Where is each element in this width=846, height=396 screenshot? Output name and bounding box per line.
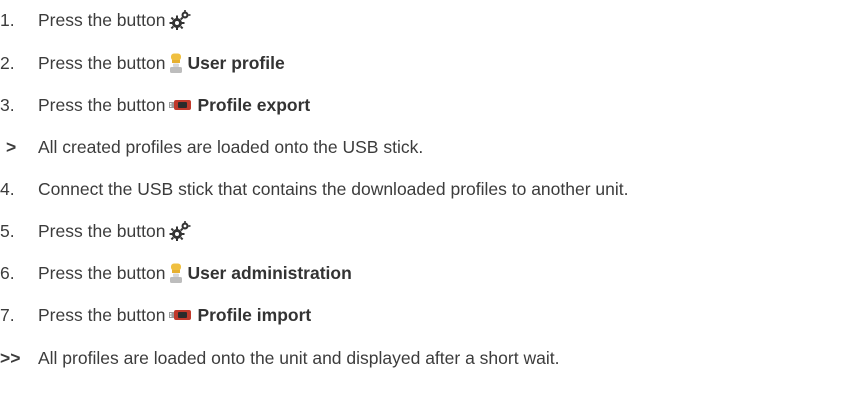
step-number: 3. [0,94,15,115]
step-text: Press the button [38,220,166,241]
gear-icon [169,10,191,30]
button-label: User administration [187,262,352,283]
step-text: Press the button [38,52,166,73]
step-number: 4. [0,178,15,199]
step-number: 6. [0,262,15,283]
chef-icon [169,263,183,283]
step-number: 7. [0,304,15,325]
step-5: 5. Press the button [0,219,191,243]
step-final-result: >> All profiles are loaded onto the unit… [0,346,559,370]
step-text: Press the button [38,94,166,115]
result-text: All created profiles are loaded onto the… [38,136,424,157]
step-text: Press the button [38,9,166,30]
gear-icon [169,221,191,241]
step-text: Connect the USB stick that contains the … [38,178,629,199]
step-number: 2. [0,52,15,73]
step-6: 6. Press the button User administration [0,261,352,285]
step-3: 3. Press the button Profile export [0,93,310,117]
final-result-marker: >> [0,347,21,368]
instruction-list: 1. Press the button 2. Press the button … [0,0,846,396]
button-label: Profile export [197,94,311,115]
final-result-text: All profiles are loaded onto the unit an… [38,347,560,368]
step-number: 1. [0,9,15,30]
step-number: 5. [0,220,15,241]
usb-stick-icon [169,307,193,323]
button-label: User profile [187,52,285,73]
result-marker: > [6,136,17,157]
step-text: Press the button [38,262,166,283]
step-1: 1. Press the button [0,8,191,32]
step-7: 7. Press the button Profile import [0,303,311,327]
step-text: Press the button [38,304,166,325]
button-label: Profile import [197,304,312,325]
chef-icon [169,53,183,73]
step-result: > All created profiles are loaded onto t… [0,135,423,159]
step-2: 2. Press the button User profile [0,51,285,75]
step-4: 4. Connect the USB stick that contains t… [0,177,629,201]
usb-stick-icon [169,97,193,113]
